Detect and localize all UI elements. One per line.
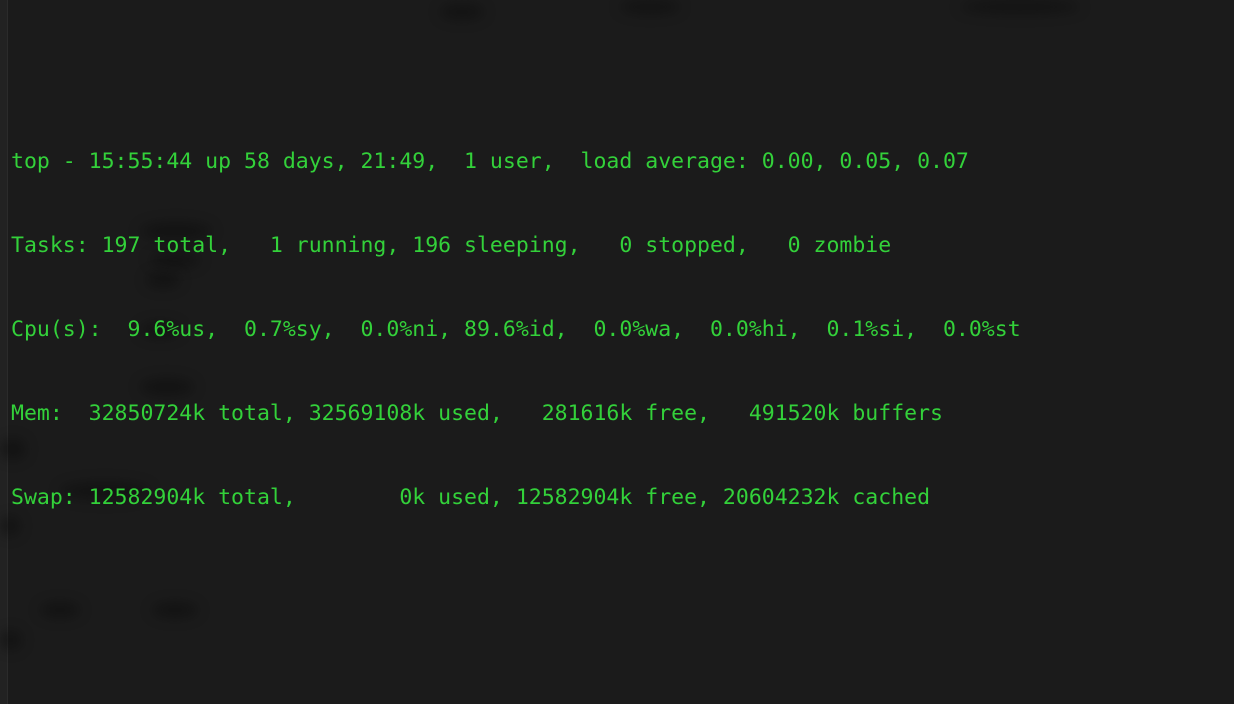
terminal-screen[interactable]: top - 15:55:44 up 58 days, 21:49, 1 user… xyxy=(0,0,1234,704)
top-summary-block: top - 15:55:44 up 58 days, 21:49, 1 user… xyxy=(0,92,1234,568)
top-tasks-line: Tasks: 197 total, 1 running, 196 sleepin… xyxy=(11,233,892,258)
top-uptime-line: top - 15:55:44 up 58 days, 21:49, 1 user… xyxy=(11,149,969,174)
top-mem-line: Mem: 32850724k total, 32569108k used, 28… xyxy=(11,401,943,426)
top-cpu-line: Cpu(s): 9.6%us, 0.7%sy, 0.0%ni, 89.6%id,… xyxy=(11,317,1021,342)
terminal-window[interactable]: top - 15:55:44 up 58 days, 21:49, 1 user… xyxy=(0,0,1234,704)
top-swap-line: Swap: 12582904k total, 0k used, 12582904… xyxy=(11,485,931,510)
